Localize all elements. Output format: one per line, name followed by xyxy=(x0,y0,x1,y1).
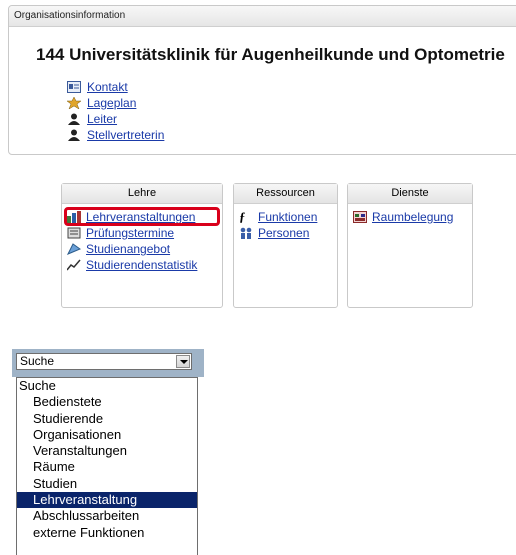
people-item[interactable]: Personen xyxy=(239,225,337,241)
search-option-students[interactable]: Studierende xyxy=(17,411,197,427)
people-link[interactable]: Personen xyxy=(258,226,309,240)
exam-dates-item[interactable]: Prüfungstermine xyxy=(67,225,222,241)
statistics-icon xyxy=(66,259,81,271)
teaching-box: Lehre Lehrveranstaltungen Prüfungstermin… xyxy=(61,183,223,308)
contact-card-icon xyxy=(67,81,81,93)
chevron-down-icon[interactable] xyxy=(176,355,190,368)
site-plan-link[interactable]: Lageplan xyxy=(87,96,136,110)
page-title: 144 Universitätsklinik für Augenheilkund… xyxy=(36,45,505,64)
room-booking-icon xyxy=(353,211,367,223)
contact-link[interactable]: Kontakt xyxy=(87,80,128,94)
search-option-theses[interactable]: Abschlussarbeiten xyxy=(17,508,197,524)
room-booking-item[interactable]: Raumbelegung xyxy=(353,209,472,225)
person-icon xyxy=(67,113,81,125)
location-pin-icon xyxy=(66,96,82,110)
study-program-link[interactable]: Studienangebot xyxy=(86,242,170,256)
services-box-header: Dienste xyxy=(348,184,472,204)
study-program-icon xyxy=(66,243,82,255)
deputy-link-row[interactable]: Stellvertreterin xyxy=(67,127,164,143)
head-link-row[interactable]: Leiter xyxy=(67,111,164,127)
search-options-list: Suche Bedienstete Studierende Organisati… xyxy=(16,377,198,555)
courses-icon xyxy=(67,211,81,223)
search-option-studies[interactable]: Studien xyxy=(17,476,197,492)
deputy-link[interactable]: Stellvertreterin xyxy=(87,128,164,142)
org-links-list: Kontakt Lageplan Leiter Stellvertreterin xyxy=(66,79,164,143)
room-booking-link[interactable]: Raumbelegung xyxy=(372,210,453,224)
people-icon xyxy=(239,227,253,239)
resources-box-header: Ressourcen xyxy=(234,184,337,204)
org-panel-header: Organisationsinformation xyxy=(9,6,516,27)
teaching-box-header: Lehre xyxy=(62,184,222,204)
search-option-staff[interactable]: Bedienstete xyxy=(17,394,197,410)
exam-dates-link[interactable]: Prüfungstermine xyxy=(86,226,174,240)
search-select-value: Suche xyxy=(20,354,55,368)
services-box: Dienste Raumbelegung xyxy=(347,183,473,308)
courses-link[interactable]: Lehrveranstaltungen xyxy=(86,210,195,224)
statistics-link[interactable]: Studierendenstatistik xyxy=(86,258,197,272)
functions-link[interactable]: Funktionen xyxy=(258,210,317,224)
statistics-item[interactable]: Studierendenstatistik xyxy=(66,257,222,273)
search-option-rooms[interactable]: Räume xyxy=(17,459,197,475)
organisation-info-panel: Organisationsinformation 144 Universität… xyxy=(8,5,516,155)
search-option-events[interactable]: Veranstaltungen xyxy=(17,443,197,459)
person-icon xyxy=(67,129,81,141)
courses-item[interactable]: Lehrveranstaltungen xyxy=(67,209,222,225)
exam-dates-icon xyxy=(67,227,81,239)
search-option-external-functions[interactable]: externe Funktionen xyxy=(17,525,197,541)
study-program-item[interactable]: Studienangebot xyxy=(66,241,222,257)
site-plan-link-row[interactable]: Lageplan xyxy=(66,95,164,111)
functions-item[interactable]: ƒ Funktionen xyxy=(239,209,337,225)
contact-link-row[interactable]: Kontakt xyxy=(67,79,164,95)
search-option-search[interactable]: Suche xyxy=(17,378,197,394)
function-icon: ƒ xyxy=(239,209,246,224)
search-option-course[interactable]: Lehrveranstaltung xyxy=(17,492,197,509)
resources-box: Ressourcen ƒ Funktionen Personen xyxy=(233,183,338,308)
search-option-organisations[interactable]: Organisationen xyxy=(17,427,197,443)
search-select[interactable]: Suche xyxy=(16,353,192,370)
head-link[interactable]: Leiter xyxy=(87,112,117,126)
